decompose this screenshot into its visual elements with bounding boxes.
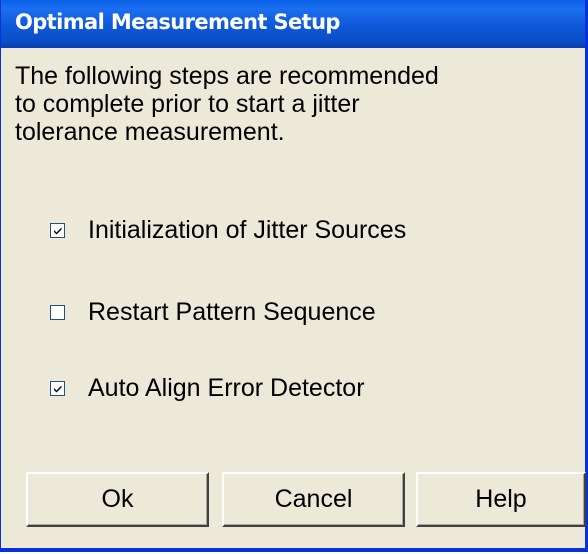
option-label: Restart Pattern Sequence	[88, 297, 376, 326]
option-initialize-jitter-sources[interactable]: Initialization of Jitter Sources	[50, 215, 406, 245]
checkbox[interactable]	[50, 380, 65, 396]
title-bar[interactable]: Optimal Measurement Setup	[1, 0, 585, 48]
help-button[interactable]: Help	[416, 472, 586, 527]
checkbox[interactable]	[50, 222, 65, 238]
cancel-button[interactable]: Cancel	[222, 472, 405, 527]
description-line: The following steps are recommended	[15, 62, 439, 90]
checkmark-icon	[54, 385, 62, 392]
option-restart-pattern-sequence[interactable]: Restart Pattern Sequence	[50, 297, 376, 327]
ok-button[interactable]: Ok	[26, 472, 209, 527]
option-auto-align-error-detector[interactable]: Auto Align Error Detector	[50, 373, 365, 403]
description-text: The following steps are recommended to c…	[15, 62, 575, 146]
option-label: Auto Align Error Detector	[88, 373, 365, 402]
optimal-measurement-setup-dialog: Optimal Measurement Setup The following …	[0, 0, 588, 552]
window-title: Optimal Measurement Setup	[15, 10, 340, 34]
checkbox[interactable]	[50, 304, 65, 320]
description-line: tolerance measurement.	[15, 118, 285, 146]
option-label: Initialization of Jitter Sources	[88, 215, 407, 244]
description-line: to complete prior to start a jitter	[15, 90, 360, 118]
checkmark-icon	[54, 227, 62, 234]
